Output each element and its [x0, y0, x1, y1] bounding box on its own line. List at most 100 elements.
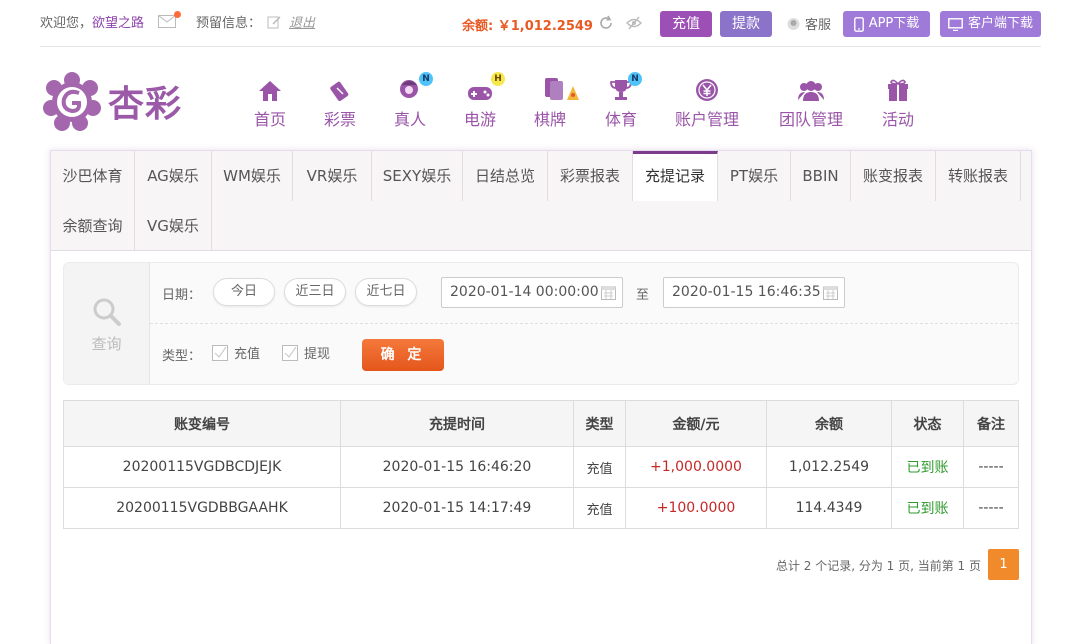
balance-display: 余额: ￥1,012.2549 [462, 19, 593, 34]
calendar-icon[interactable] [601, 285, 616, 300]
table-row: 20200115VGDBCDJEJK 2020-01-15 16:46:20 充… [63, 446, 1019, 488]
cell-remark: ----- [963, 446, 1019, 488]
cell-amount: +100.0000 [625, 487, 767, 529]
nav-live[interactable]: N 真人 [392, 72, 433, 130]
to-label: 至 [636, 288, 650, 303]
nav-lottery[interactable]: 彩票 [322, 76, 358, 130]
cell-remark: ----- [963, 487, 1019, 529]
withdraw-button[interactable]: 提款 [720, 11, 772, 37]
nav-sports[interactable]: N 体育 [603, 72, 642, 130]
end-date-input[interactable]: 2020-01-15 16:46:35 [663, 277, 845, 308]
last-7-days-button[interactable]: 近七日 [355, 278, 417, 306]
tab-sexy[interactable]: SEXY娱乐 [372, 151, 463, 201]
unread-dot [174, 11, 182, 18]
deposit-checkbox[interactable]: 充值 [212, 343, 260, 362]
nav-label: 体育 [604, 110, 637, 129]
top-bar: 欢迎您， 欲望之路 预留信息： 退出 余额: ￥1,012.2549 充值 提款… [0, 0, 1066, 47]
customer-service-link[interactable]: 客服 [786, 14, 831, 33]
check-icon [214, 346, 227, 358]
nav-account[interactable]: 账户管理 [673, 76, 741, 130]
tab-lottery-report[interactable]: 彩票报表 [548, 151, 633, 201]
refresh-icon[interactable] [598, 15, 614, 31]
column-header: 备注 [963, 400, 1019, 447]
nav-label: 活动 [881, 110, 914, 129]
checkbox-box [212, 344, 228, 361]
home-icon [259, 81, 281, 101]
hide-balance-icon[interactable] [626, 15, 642, 31]
tab-vg[interactable]: VG娱乐 [135, 201, 212, 251]
nav-events[interactable]: 活动 [880, 76, 916, 130]
confirm-button[interactable]: 确 定 [362, 339, 444, 371]
content-panel: 沙巴体育 AG娱乐 WM娱乐 VR娱乐 SEXY娱乐 日结总览 彩票报表 充提记… [50, 150, 1032, 644]
cell-amount: +1,000.0000 [625, 446, 767, 488]
search-side: 查询 [64, 263, 150, 384]
nav-label: 电游 [463, 110, 496, 129]
tab-balance-query[interactable]: 余额查询 [51, 201, 135, 251]
column-header: 金额/元 [625, 400, 767, 447]
tab-daily-overview[interactable]: 日结总览 [463, 151, 548, 201]
deposit-button[interactable]: 充值 [660, 11, 712, 37]
nav-egames[interactable]: H 电游 [462, 72, 505, 130]
column-header: 余额 [766, 400, 892, 447]
phone-icon [853, 16, 864, 32]
today-button[interactable]: 今日 [213, 278, 275, 306]
checkbox-box [282, 344, 298, 361]
cell-balance: 114.4349 [766, 487, 892, 529]
page-1-button[interactable]: 1 [988, 549, 1019, 580]
pagination-summary: 总计 2 个记录, 分为 1 页, 当前第 1 页 [775, 559, 981, 573]
last-3-days-button[interactable]: 近三日 [284, 278, 346, 306]
account-icon [696, 79, 718, 101]
tab-pt[interactable]: PT娱乐 [718, 151, 791, 201]
pagination: 总计 2 个记录, 分为 1 页, 当前第 1 页 1 [775, 549, 1019, 580]
check-icon [284, 346, 297, 358]
cell-time: 2020-01-15 14:17:49 [340, 487, 574, 529]
deposit-checkbox-label: 充值 [234, 347, 261, 362]
logout-link[interactable]: 退出 [289, 12, 315, 31]
search-form: 查询 日期： 今日 近三日 近七日 2020-01-14 00:00:00 至 … [63, 262, 1019, 385]
withdraw-checkbox[interactable]: 提现 [282, 343, 330, 362]
start-date-input[interactable]: 2020-01-14 00:00:00 [441, 277, 623, 308]
end-date-value: 2020-01-15 16:46:35 [672, 284, 821, 300]
client-download-button[interactable]: 客户端下载 [940, 11, 1041, 37]
nav-label: 首页 [253, 110, 286, 129]
edit-icon[interactable] [267, 15, 281, 29]
mail-icon[interactable] [158, 11, 182, 28]
search-side-label: 查询 [91, 335, 122, 353]
tab-wm[interactable]: WM娱乐 [212, 151, 293, 201]
tab-ag[interactable]: AG娱乐 [135, 151, 212, 201]
report-tabs: 沙巴体育 AG娱乐 WM娱乐 VR娱乐 SEXY娱乐 日结总览 彩票报表 充提记… [51, 151, 1031, 251]
user-info: 欢迎您， 欲望之路 预留信息： 退出 [40, 11, 315, 31]
cell-id: 20200115VGDBCDJEJK [63, 446, 341, 488]
nav-chess[interactable]: 棋牌 [533, 76, 589, 130]
date-label: 日期： [162, 288, 202, 303]
username[interactable]: 欲望之路 [92, 12, 144, 31]
nav-home[interactable]: 首页 [253, 76, 287, 130]
app-download-button[interactable]: APP下载 [843, 11, 930, 37]
cell-balance: 1,012.2549 [766, 446, 892, 488]
tab-account-change-report[interactable]: 账变报表 [851, 151, 936, 201]
gift-icon [888, 79, 908, 101]
row-divider [150, 323, 1018, 324]
gamepad-icon [468, 87, 492, 100]
tab-shaba-sports[interactable]: 沙巴体育 [51, 151, 135, 201]
nav-label: 真人 [393, 110, 426, 129]
headset-icon [786, 16, 801, 31]
lottery-ticket-icon [330, 81, 349, 102]
nav-label: 彩票 [323, 110, 356, 129]
column-header: 账变编号 [63, 400, 341, 447]
cards-icon [545, 78, 579, 100]
nav-label: 棋牌 [534, 110, 567, 129]
tab-vr[interactable]: VR娱乐 [293, 151, 372, 201]
start-date-value: 2020-01-14 00:00:00 [450, 284, 599, 300]
cell-time: 2020-01-15 16:46:20 [340, 446, 574, 488]
tab-bbin[interactable]: BBIN [791, 151, 851, 201]
records-table: 账变编号 充提时间 类型 金额/元 余额 状态 备注 20200115VGDBC… [63, 400, 1019, 529]
tab-deposit-withdraw-records[interactable]: 充提记录 [633, 151, 718, 201]
tab-transfer-report[interactable]: 转账报表 [936, 151, 1021, 201]
calendar-icon[interactable] [823, 285, 838, 300]
column-header: 类型 [573, 400, 626, 447]
nav-label: 账户管理 [674, 110, 739, 129]
app-download-label: APP下载 [868, 16, 920, 31]
main-nav: 首页 彩票 N 真人 H 电游 棋牌 N 体育 账户管理 团队管理 活动 [0, 72, 1066, 136]
nav-team[interactable]: 团队管理 [777, 76, 845, 130]
